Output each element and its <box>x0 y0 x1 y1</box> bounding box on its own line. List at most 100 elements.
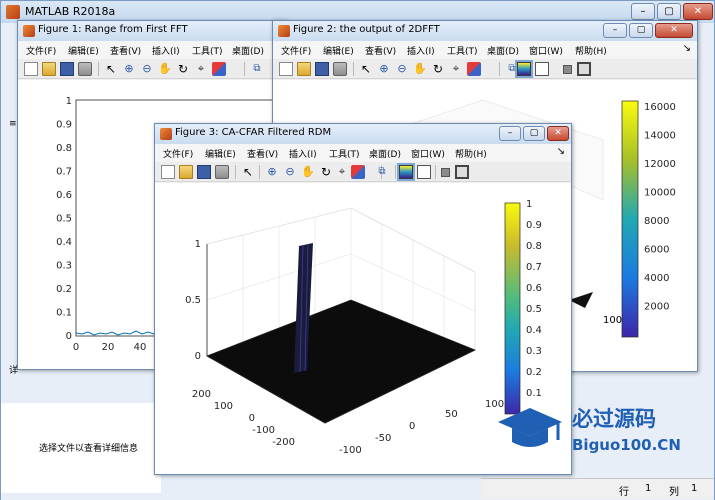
menu-file[interactable]: 文件(F) <box>26 44 56 57</box>
menu-view[interactable]: 查看(V) <box>247 147 278 160</box>
menu-edit[interactable]: 编辑(E) <box>323 44 354 57</box>
close-button[interactable]: ✕ <box>547 126 569 141</box>
print-icon[interactable] <box>78 62 92 76</box>
colorbar-tick-label: 0.4 <box>526 325 542 336</box>
figure2-title: Figure 2: the output of 2DFFT <box>293 24 440 35</box>
edit-plot-icon[interactable]: ↖ <box>104 62 118 76</box>
menu-tools[interactable]: 工具(T) <box>329 147 360 160</box>
menu-help[interactable]: 帮助(H) <box>455 147 487 160</box>
show-tools-icon[interactable] <box>577 62 591 76</box>
save-icon[interactable] <box>197 165 211 179</box>
menu-tools[interactable]: 工具(T) <box>192 44 223 57</box>
hide-tools-icon[interactable] <box>441 168 450 177</box>
save-icon[interactable] <box>315 62 329 76</box>
zoom-out-icon[interactable]: ⊖ <box>140 62 154 76</box>
z-tick-label: 0 <box>195 351 201 362</box>
menu-file[interactable]: 文件(F) <box>281 44 311 57</box>
maximize-button[interactable]: ▢ <box>523 126 545 141</box>
rotate-3d-icon[interactable]: ↻ <box>431 62 445 76</box>
menu-view[interactable]: 查看(V) <box>365 44 396 57</box>
menu-view[interactable]: 查看(V) <box>110 44 141 57</box>
brush-icon[interactable] <box>467 62 481 76</box>
colorbar-icon[interactable] <box>515 60 533 78</box>
pan-icon[interactable]: ✋ <box>413 62 427 76</box>
colorbar-tick-label: 10000 <box>644 188 676 199</box>
new-figure-icon[interactable] <box>161 165 175 179</box>
brush-icon[interactable] <box>351 165 365 179</box>
save-icon[interactable] <box>60 62 74 76</box>
menu-desktop[interactable]: 桌面(D) <box>487 44 519 57</box>
right-axis-tick-labels: 100500-50-100 <box>339 399 504 456</box>
y-tick-label: 0.8 <box>56 143 72 154</box>
zoom-in-icon[interactable]: ⊕ <box>122 62 136 76</box>
open-file-icon[interactable] <box>42 62 56 76</box>
open-file-icon[interactable] <box>179 165 193 179</box>
zoom-in-icon[interactable]: ⊕ <box>377 62 391 76</box>
zoom-out-icon[interactable]: ⊖ <box>283 165 297 179</box>
figure-icon <box>23 25 35 37</box>
edit-plot-icon[interactable]: ↖ <box>359 62 373 76</box>
menu-edit[interactable]: 编辑(E) <box>68 44 99 57</box>
maximize-button[interactable]: ▢ <box>629 23 653 38</box>
minimize-button[interactable]: – <box>631 3 655 20</box>
menu-window[interactable]: 窗口(W) <box>529 44 563 57</box>
menu-tools[interactable]: 工具(T) <box>447 44 478 57</box>
open-file-icon[interactable] <box>297 62 311 76</box>
data-cursor-icon[interactable]: ⌖ <box>449 62 463 76</box>
watermark-cn-text: 必过源码 <box>572 407 656 431</box>
figure1-title: Figure 1: Range from First FFT <box>38 24 188 35</box>
rotate-3d-icon[interactable]: ↻ <box>176 62 190 76</box>
link-plot-icon[interactable]: ⧉ <box>250 62 264 76</box>
x-tick-label: 0 <box>73 342 79 353</box>
pan-icon[interactable]: ✋ <box>158 62 172 76</box>
menu-insert[interactable]: 插入(I) <box>289 147 317 160</box>
matlab-logo-icon <box>6 5 20 19</box>
print-icon[interactable] <box>333 62 347 76</box>
close-button[interactable]: ✕ <box>683 3 713 20</box>
y-tick-label: 0.4 <box>56 237 72 248</box>
pan-icon[interactable]: ✋ <box>301 165 315 179</box>
toolbar-separator <box>353 62 354 76</box>
status-col-value: 1 <box>691 483 698 494</box>
close-button[interactable]: ✕ <box>655 23 693 38</box>
show-tools-icon[interactable] <box>455 165 469 179</box>
minimize-button[interactable]: – <box>499 126 521 141</box>
rotate-3d-icon[interactable]: ↻ <box>319 165 333 179</box>
colorbar-tick-label: 12000 <box>644 159 676 170</box>
menu-desktop[interactable]: 桌面(D) <box>232 44 264 57</box>
legend-icon[interactable] <box>535 62 549 76</box>
colorbar-icon[interactable] <box>397 163 415 181</box>
zoom-in-icon[interactable]: ⊕ <box>265 165 279 179</box>
minimize-button[interactable]: – <box>603 23 627 38</box>
zoom-out-icon[interactable]: ⊖ <box>395 62 409 76</box>
menu-help[interactable]: 帮助(H) <box>575 44 607 57</box>
z-tick-label: 1 <box>195 239 201 250</box>
menu-edit[interactable]: 编辑(E) <box>205 147 236 160</box>
watermark-site-text: Biguo100.CN <box>572 436 681 454</box>
new-figure-icon[interactable] <box>24 62 38 76</box>
data-cursor-icon[interactable]: ⌖ <box>335 165 349 179</box>
menu-window[interactable]: 窗口(W) <box>411 147 445 160</box>
colorbar-tick-label: 0.8 <box>526 241 542 252</box>
dock-arrow-icon[interactable]: ↘ <box>683 43 691 54</box>
x-tick-labels: 0 20 40 <box>73 342 147 353</box>
menu-file[interactable]: 文件(F) <box>163 147 193 160</box>
menu-desktop[interactable]: 桌面(D) <box>369 147 401 160</box>
hide-tools-icon[interactable] <box>563 65 572 74</box>
print-icon[interactable] <box>215 165 229 179</box>
edit-plot-icon[interactable]: ↖ <box>241 165 255 179</box>
maximize-button[interactable]: ▢ <box>657 3 681 20</box>
menu-insert[interactable]: 插入(I) <box>152 44 180 57</box>
data-cursor-icon[interactable]: ⌖ <box>194 62 208 76</box>
status-row-value: 1 <box>645 483 652 494</box>
colorbar-tick-labels: 10.90.80.70.60.50.40.30.20.10 <box>526 199 542 420</box>
dock-arrow-icon[interactable]: ↘ <box>557 146 565 157</box>
link-plot-icon[interactable]: ⧉ <box>375 165 389 179</box>
figure2-toolbar: ↖ ⊕ ⊖ ✋ ↻ ⌖ ⧉ <box>273 59 697 79</box>
status-row-label: 行 <box>619 487 629 498</box>
legend-icon[interactable] <box>417 165 431 179</box>
new-figure-icon[interactable] <box>279 62 293 76</box>
menu-insert[interactable]: 插入(I) <box>407 44 435 57</box>
y-tick-label: 0.6 <box>56 190 72 201</box>
brush-icon[interactable] <box>212 62 226 76</box>
